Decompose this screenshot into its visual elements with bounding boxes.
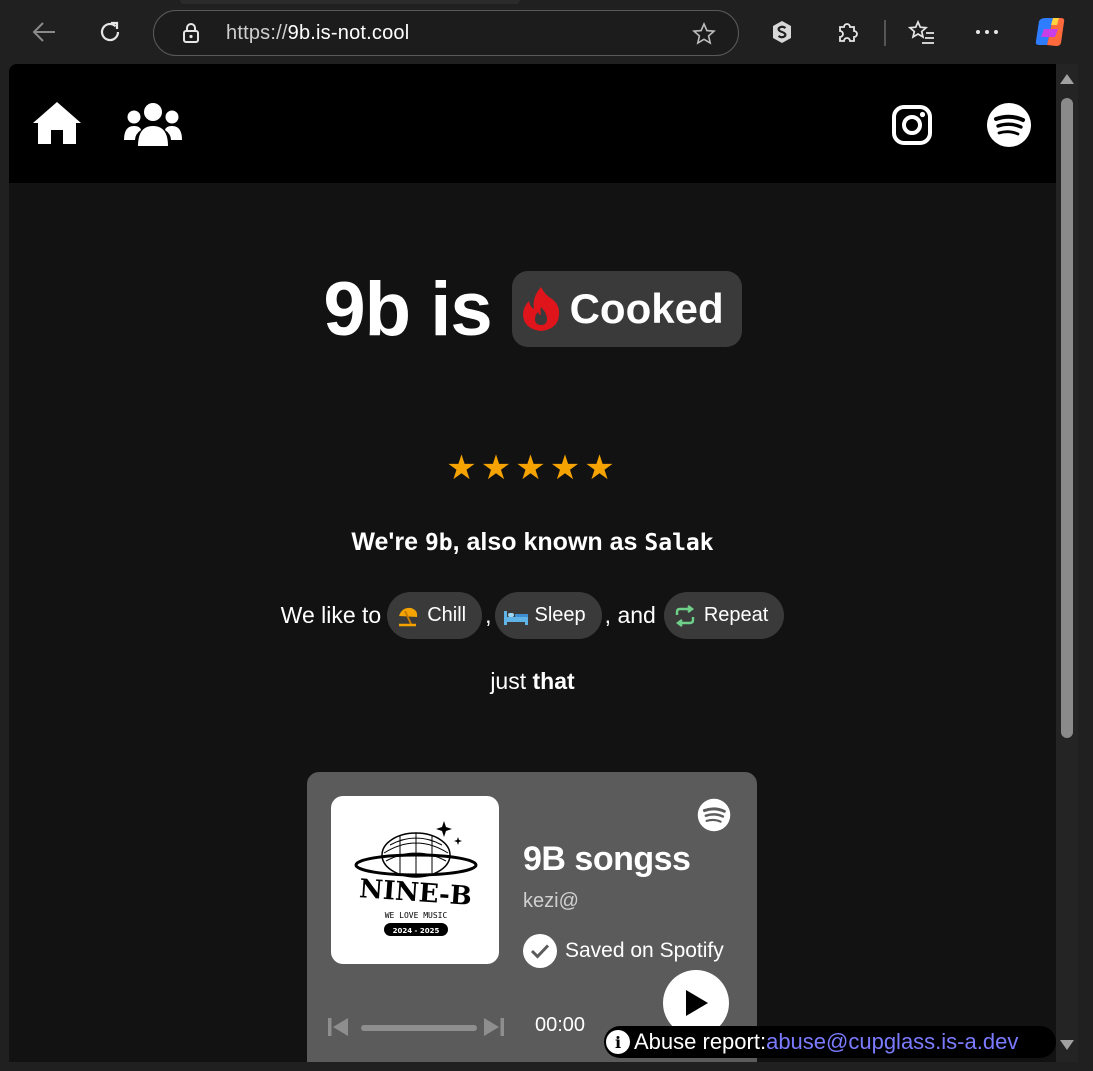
refresh-button[interactable]: [92, 14, 128, 50]
svg-text:WE LOVE MUSIC: WE LOVE MUSIC: [385, 911, 448, 920]
chip-label: Chill: [427, 604, 467, 626]
extensions-puzzle-icon: [839, 23, 858, 42]
play-icon: [686, 990, 708, 1016]
intro-text: We're 9b, also known as Salak: [9, 528, 1056, 557]
intro-middle: , also known as: [452, 528, 645, 556]
favorites-list-icon: [908, 19, 934, 44]
more-dots-icon: [976, 30, 998, 34]
svg-text:2024 - 2025: 2024 - 2025: [393, 927, 440, 935]
likes-row: We like to Chill , Sleep , and Repeat: [9, 592, 1056, 639]
abuse-label: Abuse report:: [634, 1029, 767, 1054]
intro-alias: Salak: [644, 530, 714, 556]
status-label: Cooked: [569, 285, 724, 332]
tab-strip-edge: [180, 0, 520, 4]
url-scheme: https://: [226, 21, 288, 44]
likes-sep2: , and: [604, 602, 656, 628]
rating-stars: ★★★★★: [446, 449, 619, 487]
refresh-icon: [100, 21, 120, 42]
svg-text:NINE-B: NINE-B: [358, 874, 473, 912]
saved-on-spotify[interactable]: Saved on Spotify: [523, 934, 724, 968]
playback-time: 00:00: [535, 1014, 586, 1036]
lock-icon[interactable]: [180, 22, 202, 44]
url-host: 9b.is-not.cool: [287, 21, 410, 44]
page-scrollbar[interactable]: [1056, 64, 1078, 1062]
chip-label: Sleep: [534, 604, 586, 626]
likes-sep1: ,: [485, 602, 492, 628]
playlist-title[interactable]: 9B songss: [523, 840, 691, 879]
status-badge: Cooked: [511, 271, 742, 347]
progress-track[interactable]: [361, 1025, 477, 1031]
saved-label: Saved on Spotify: [565, 939, 724, 962]
info-icon: i: [606, 1030, 630, 1054]
scrollbar-thumb[interactable]: [1061, 98, 1073, 738]
chip-sleep: Sleep: [494, 592, 602, 639]
copilot-icon: [1035, 18, 1065, 46]
site-navbar: [9, 64, 1056, 183]
repeat-icon: [672, 603, 698, 629]
copilot-button[interactable]: [1032, 14, 1068, 50]
browser-toolbar: https://9b.is-not.cool: [0, 0, 1093, 64]
more-button[interactable]: [969, 14, 1005, 50]
tagline-prefix: just: [490, 668, 533, 694]
playlist-author[interactable]: kezi@: [523, 890, 579, 913]
bed-icon: [503, 603, 529, 629]
playlist-cover[interactable]: NINE-B WE LOVE MUSIC 2024 - 2025: [331, 796, 499, 964]
tagline: just that: [9, 668, 1056, 695]
scroll-up-arrow-icon[interactable]: [1060, 74, 1074, 84]
abuse-report-banner: i Abuse report: abuse@cupglass.is-a.dev: [604, 1026, 1056, 1058]
chip-label: Repeat: [703, 604, 769, 626]
home-icon[interactable]: [31, 100, 83, 146]
back-arrow-icon: [32, 22, 55, 42]
window-edge-bottom: [0, 1062, 1093, 1071]
back-button[interactable]: [26, 14, 62, 50]
hero-heading: 9b is Cooked: [9, 264, 1056, 354]
flame-icon: [522, 287, 559, 331]
extensions-button[interactable]: [830, 14, 866, 50]
spotify-icon[interactable]: [986, 102, 1032, 148]
favorites-button[interactable]: [904, 14, 940, 50]
hero-title: 9b is: [323, 266, 492, 352]
spotify-embed[interactable]: NINE-B WE LOVE MUSIC 2024 - 2025 9B song…: [307, 772, 757, 1062]
scroll-down-arrow-icon[interactable]: [1060, 1040, 1074, 1050]
toolbar-divider: [884, 20, 886, 46]
intro-prefix: We're: [351, 528, 425, 556]
group-icon[interactable]: [124, 100, 182, 146]
extension-s-button[interactable]: [764, 14, 800, 50]
chip-repeat: Repeat: [663, 592, 785, 639]
favorite-star-icon[interactable]: [692, 22, 716, 46]
check-icon: [523, 934, 557, 968]
instagram-icon[interactable]: [891, 104, 933, 146]
likes-prefix: We like to: [280, 602, 382, 628]
intro-name: 9b: [424, 530, 453, 556]
tagline-emphasis: that: [532, 668, 575, 694]
window-edge-right: [1078, 64, 1093, 1071]
spotify-logo-icon[interactable]: [697, 798, 731, 837]
next-track-icon[interactable]: [483, 1016, 505, 1043]
url-text[interactable]: https://9b.is-not.cool: [226, 22, 409, 45]
address-bar[interactable]: https://9b.is-not.cool: [153, 10, 739, 56]
abuse-email-link[interactable]: abuse@cupglass.is-a.dev: [766, 1029, 1018, 1055]
extension-s-icon: [773, 21, 791, 43]
previous-track-icon[interactable]: [327, 1016, 349, 1043]
chip-chill: Chill: [387, 592, 483, 639]
nine-b-logo: NINE-B WE LOVE MUSIC 2024 - 2025: [354, 821, 478, 936]
page-viewport: 9b is Cooked ★★★★★ We're 9b, also known …: [9, 64, 1056, 1062]
beach-umbrella-icon: [395, 603, 421, 629]
